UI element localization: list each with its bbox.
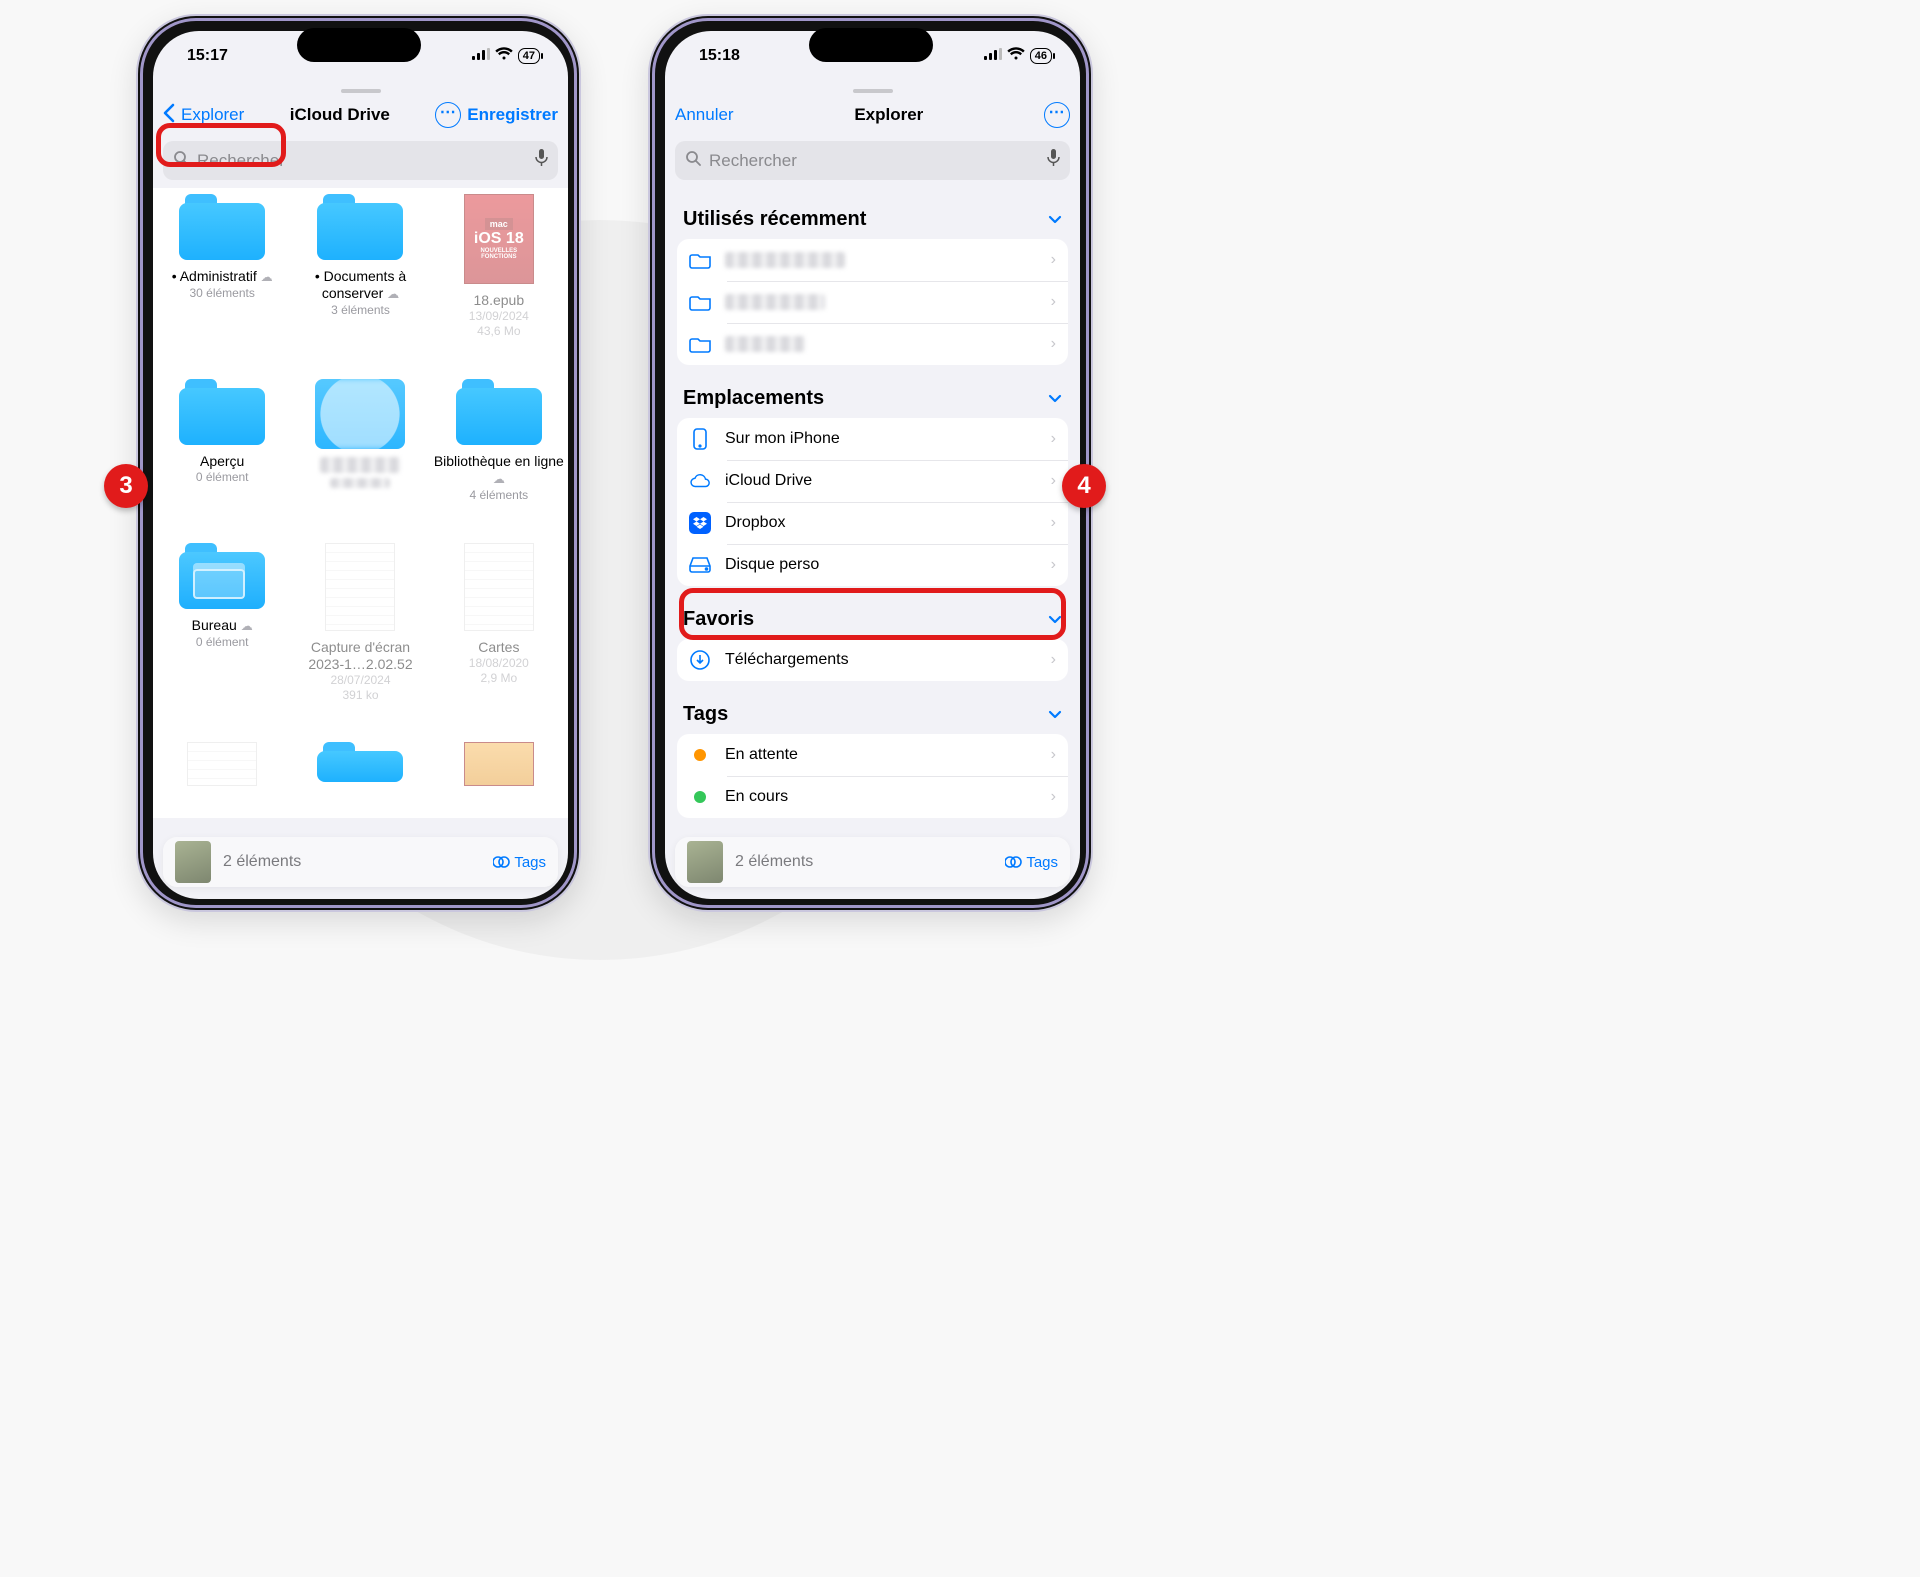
callout-4: 4 [1062, 464, 1106, 508]
tags-button[interactable]: Tags [493, 854, 546, 871]
selection-count: 2 éléments [223, 853, 481, 871]
sheet-handle[interactable] [665, 81, 1080, 93]
folder-item[interactable]: Aperçu 0 élément [157, 379, 287, 517]
cloud-icon: ☁︎ [261, 270, 273, 284]
tag-dot-icon [694, 791, 706, 803]
location-iphone[interactable]: Sur mon iPhone› [677, 418, 1068, 460]
recent-item[interactable]: › [677, 323, 1068, 365]
save-button[interactable]: Enregistrer [467, 105, 558, 125]
section-recent: Utilisés récemment › › [665, 188, 1080, 367]
search-icon [685, 150, 701, 171]
folder-item-blurred[interactable] [295, 379, 425, 517]
download-icon [689, 649, 711, 671]
cloud-icon: ☁︎ [387, 287, 399, 301]
cloud-icon: ☁︎ [241, 619, 253, 633]
selection-thumbnail[interactable] [175, 841, 211, 883]
status-time: 15:18 [699, 47, 740, 65]
section-title: Utilisés récemment [683, 208, 866, 231]
wifi-icon [495, 47, 513, 65]
collapse-toggle[interactable] [1048, 707, 1062, 723]
more-button[interactable]: ⋯ [1044, 102, 1070, 128]
file-item [434, 742, 564, 808]
battery-icon: 47 [518, 48, 540, 64]
selection-count: 2 éléments [735, 853, 993, 871]
recent-item[interactable]: › [677, 281, 1068, 323]
battery-icon: 46 [1030, 48, 1052, 64]
file-item: maciOS 18NOUVELLES FONCTIONS 18.epub 13/… [434, 194, 564, 353]
tag-dot-icon [694, 749, 706, 761]
dropbox-icon [689, 512, 711, 534]
signal-icon [984, 47, 1002, 65]
phone-right: 15:18 46 Annuler Explorer ⋯ [648, 14, 1093, 912]
tag-item[interactable]: En attente› [677, 734, 1068, 776]
section-title: Emplacements [683, 387, 824, 410]
selection-thumbnail[interactable] [687, 841, 723, 883]
section-locations: Emplacements Sur mon iPhone› iCloud Driv… [665, 367, 1080, 588]
cancel-button[interactable]: Annuler [675, 105, 734, 125]
iphone-icon [689, 428, 711, 450]
tag-item[interactable]: En cours› [677, 776, 1068, 818]
folder-item[interactable]: • Documents à conserver ☁︎ 3 éléments [295, 194, 425, 353]
nav-title: iCloud Drive [290, 105, 390, 125]
folder-outline-icon [689, 294, 711, 311]
mic-icon[interactable] [1047, 149, 1060, 172]
collapse-toggle[interactable] [1048, 212, 1062, 228]
folder-item[interactable]: Bureau ☁︎ 0 élément [157, 543, 287, 717]
external-drive-icon [689, 556, 711, 574]
section-title: Tags [683, 703, 728, 726]
search-placeholder: Rechercher [709, 151, 1039, 171]
bottom-toolbar: 2 éléments Tags [675, 837, 1070, 887]
folder-item[interactable]: • Administratif ☁︎ 30 éléments [157, 194, 287, 353]
back-button[interactable]: Explorer [181, 105, 244, 125]
signal-icon [472, 47, 490, 65]
sheet-handle[interactable] [153, 81, 568, 93]
dynamic-island [809, 28, 933, 62]
highlight-back [156, 123, 286, 167]
folder-outline-icon [689, 336, 711, 353]
recent-item[interactable]: › [677, 239, 1068, 281]
location-drive[interactable]: Disque perso› [677, 544, 1068, 586]
cloud-icon: ☁︎ [493, 472, 505, 486]
nav-bar: Annuler Explorer ⋯ [665, 93, 1080, 137]
mic-icon[interactable] [535, 149, 548, 172]
status-time: 15:17 [187, 47, 228, 65]
location-dropbox[interactable]: Dropbox› [677, 502, 1068, 544]
wifi-icon [1007, 47, 1025, 65]
file-item: Capture d'écran 2023-1…2.02.52 28/07/202… [295, 543, 425, 717]
folder-item[interactable]: Bibliothèque en ligne ☁︎ 4 éléments [434, 379, 564, 517]
cloud-icon [689, 473, 711, 489]
file-grid: • Administratif ☁︎ 30 éléments • Documen… [153, 188, 568, 818]
folder-item[interactable] [295, 742, 425, 808]
more-button[interactable]: ⋯ [435, 102, 461, 128]
phone-left: 15:17 47 Explorer [136, 14, 581, 912]
folder-outline-icon [689, 252, 711, 269]
nav-title: Explorer [854, 105, 923, 125]
file-item: Cartes 18/08/2020 2,9 Mo [434, 543, 564, 717]
highlight-drive [679, 588, 1066, 640]
collapse-toggle[interactable] [1048, 391, 1062, 407]
favoris-downloads[interactable]: Téléchargements› [677, 639, 1068, 681]
search-field[interactable]: Rechercher [675, 141, 1070, 180]
file-item [157, 742, 287, 808]
bottom-toolbar: 2 éléments Tags [163, 837, 558, 887]
location-icloud[interactable]: iCloud Drive› [677, 460, 1068, 502]
dynamic-island [297, 28, 421, 62]
tags-button[interactable]: Tags [1005, 854, 1058, 871]
callout-3: 3 [104, 464, 148, 508]
